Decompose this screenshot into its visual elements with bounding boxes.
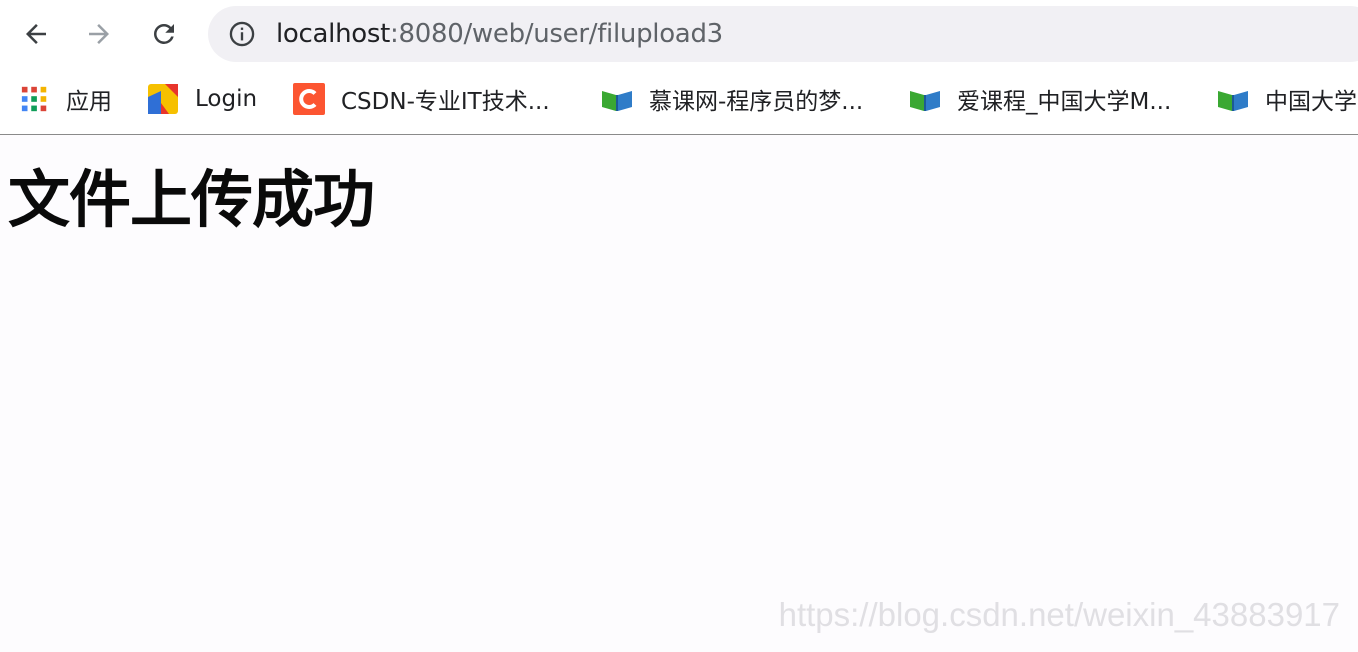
watermark: https://blog.csdn.net/weixin_43883917 [778, 596, 1340, 633]
bookmarks-bar: 应用 Login CSDN-专业IT技术... 慕课网-程序员的梦... 爱课程… [0, 68, 1358, 135]
bookmark-icourses[interactable]: 爱课程_中国大学M... [909, 82, 1171, 116]
book-favicon [602, 91, 632, 111]
bookmark-label: 应用 [66, 89, 112, 115]
reload-icon [154, 24, 174, 44]
arrow-left-icon [26, 24, 46, 44]
bookmark-login[interactable]: Login [147, 82, 257, 116]
address-bar[interactable]: localhost:8080/web/user/filupload3 [208, 6, 1358, 62]
url-path: :8080/web/user/filupload3 [390, 19, 723, 49]
reload-button[interactable] [144, 14, 184, 54]
browser-toolbar: localhost:8080/web/user/filupload3 [0, 0, 1358, 68]
bookmark-label: CSDN-专业IT技术... [341, 89, 550, 115]
login-favicon [148, 84, 178, 114]
bookmark-imooc[interactable]: 慕课网-程序员的梦... [601, 82, 863, 116]
bookmark-label: 爱课程_中国大学M... [957, 89, 1172, 115]
csdn-favicon [293, 83, 325, 115]
bookmark-label: 中国大学 [1265, 89, 1357, 115]
forward-button[interactable] [79, 14, 119, 54]
back-button[interactable] [16, 14, 56, 54]
bookmark-label: Login [195, 86, 258, 112]
url-text[interactable]: localhost:8080/web/user/filupload3 [276, 19, 723, 49]
bookmark-icourse163[interactable]: 中国大学 [1217, 82, 1357, 116]
info-circle-icon[interactable] [228, 20, 256, 48]
bookmark-label: 慕课网-程序员的梦... [649, 89, 864, 115]
apps-grid-icon [21, 86, 47, 112]
page-heading: 文件上传成功 [8, 163, 375, 236]
book-favicon [1218, 91, 1248, 111]
bookmark-csdn[interactable]: CSDN-专业IT技术... [293, 82, 550, 116]
url-host: localhost [276, 19, 391, 49]
bookmark-apps[interactable]: 应用 [20, 82, 112, 116]
book-favicon [910, 91, 940, 111]
arrow-right-icon [89, 24, 109, 44]
